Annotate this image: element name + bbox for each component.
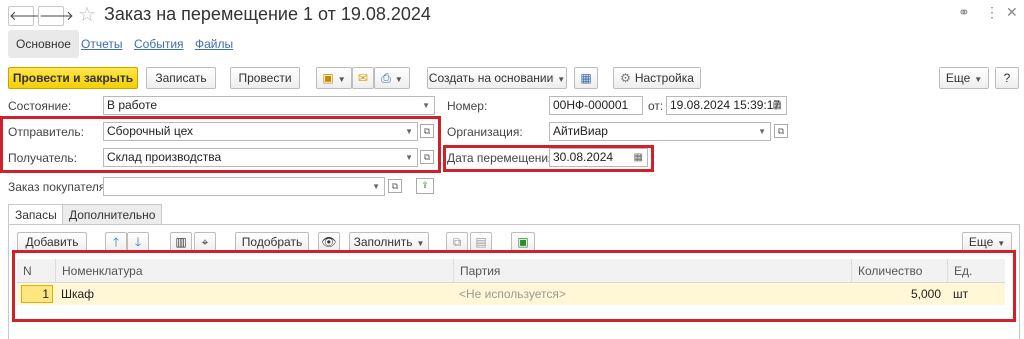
printer-icon: ⎙: [381, 71, 391, 85]
move-up-button[interactable]: 🡑: [105, 232, 127, 252]
more-button[interactable]: Еще ▼: [939, 67, 989, 89]
section-reports[interactable]: Отчеты: [81, 30, 122, 58]
open-organization-button[interactable]: ⧉: [774, 124, 788, 138]
dropdown-arrow-icon[interactable]: ▼: [372, 178, 380, 195]
back-button[interactable]: 🡐: [8, 6, 44, 26]
customer-order-label: Заказ покупателя:: [8, 180, 109, 194]
document-date-value: 19.08.2024 15:39:17: [670, 98, 781, 112]
scanner-icon: ⌖: [201, 235, 209, 249]
fill-from-order-button[interactable]: ⇪: [416, 178, 434, 194]
state-label: Состояние:: [8, 99, 72, 113]
view-button[interactable]: 👁: [318, 232, 340, 252]
paste-button[interactable]: ▤: [470, 232, 492, 252]
number-label: Номер:: [447, 99, 488, 113]
link-icon[interactable]: ⚭: [958, 4, 970, 21]
structure-report-button[interactable]: ▦: [574, 67, 598, 89]
eye-icon: 👁: [321, 235, 337, 249]
calendar-icon[interactable]: ▦: [773, 97, 782, 114]
help-button[interactable]: ?: [995, 67, 1019, 89]
dropdown-arrow-icon[interactable]: ▼: [758, 123, 766, 140]
favorite-star-icon[interactable]: ☆: [78, 2, 96, 27]
section-files[interactable]: Файлы: [195, 30, 233, 58]
pick-button[interactable]: Подобрать: [235, 232, 309, 252]
page-title: Заказ на перемещение 1 от 19.08.2024: [104, 4, 431, 24]
table-icon: ▦: [580, 71, 592, 85]
forward-button[interactable]: 🡒: [38, 6, 74, 26]
barcode-icon: ▥: [175, 235, 187, 249]
state-value: В работе: [107, 98, 158, 112]
customer-order-field[interactable]: ▼: [103, 177, 385, 196]
export-button[interactable]: ▣: [511, 232, 535, 252]
open-icon: ⧉: [391, 181, 399, 191]
organization-value: АйтиВиар: [553, 124, 608, 138]
highlight-sender-receiver: [0, 116, 441, 173]
table-more-label: Еще: [968, 235, 994, 249]
tab-extra[interactable]: Дополнительно: [62, 204, 163, 225]
dropdown-arrow-icon[interactable]: ▼: [422, 97, 430, 114]
tab-stock[interactable]: Запасы: [8, 204, 64, 225]
document-structure-icon: ▣: [322, 71, 334, 85]
save-button[interactable]: Записать: [146, 67, 216, 89]
copy-button[interactable]: ⧉: [446, 232, 468, 252]
section-events[interactable]: События: [134, 30, 184, 58]
structure-button[interactable]: ▣ ▼: [316, 67, 352, 89]
email-button[interactable]: ✉: [352, 67, 374, 89]
document-date-field[interactable]: 19.08.2024 15:39:17 ▦: [666, 96, 787, 115]
move-down-button[interactable]: 🡓: [127, 232, 149, 252]
create-based-on-button[interactable]: Создать на основании ▼: [427, 67, 567, 89]
settings-label: Настройка: [634, 71, 694, 85]
arrow-down-icon: 🡓: [134, 235, 142, 249]
post-and-close-button[interactable]: Провести и закрыть: [8, 67, 138, 89]
paste-icon: ▤: [475, 235, 487, 249]
organization-label: Организация:: [447, 125, 523, 139]
table-more-button[interactable]: Еще ▼: [962, 232, 1012, 252]
open-customer-order-button[interactable]: ⧉: [388, 179, 402, 193]
barcode-button[interactable]: ▥: [170, 232, 192, 252]
arrow-up-icon: 🡑: [112, 235, 120, 249]
envelope-icon: ✉: [357, 71, 369, 85]
copy-icon: ⧉: [452, 235, 462, 249]
highlight-table: [12, 250, 1016, 322]
section-main[interactable]: Основное: [8, 30, 79, 58]
from-label: от:: [648, 99, 664, 113]
organization-field[interactable]: АйтиВиар ▼: [549, 122, 771, 141]
scanner-button[interactable]: ⌖: [194, 232, 216, 252]
more-icon[interactable]: ⋮: [985, 4, 999, 21]
fill-label: Заполнить: [353, 235, 413, 249]
state-field[interactable]: В работе ▼: [103, 96, 435, 115]
spreadsheet-icon: ▣: [517, 235, 529, 249]
highlight-move-date: [443, 145, 654, 172]
create-based-label: Создать на основании: [428, 71, 554, 85]
open-icon: ⧉: [777, 126, 785, 136]
print-button[interactable]: ⎙ ▼: [374, 67, 410, 89]
number-value: 00НФ-000001: [553, 98, 629, 112]
number-field[interactable]: 00НФ-000001: [549, 96, 643, 115]
arrow-right-icon: 🡒: [39, 8, 74, 23]
more-label: Еще: [945, 71, 971, 85]
fill-button[interactable]: Заполнить ▼: [349, 232, 429, 252]
fill-arrow-icon: ⇪: [421, 180, 429, 190]
close-icon[interactable]: ✕: [1006, 4, 1018, 21]
add-row-button[interactable]: Добавить: [17, 232, 87, 252]
gear-icon: ⚙: [620, 71, 631, 85]
post-button[interactable]: Провести: [230, 67, 300, 89]
settings-button[interactable]: ⚙ Настройка: [613, 67, 701, 89]
